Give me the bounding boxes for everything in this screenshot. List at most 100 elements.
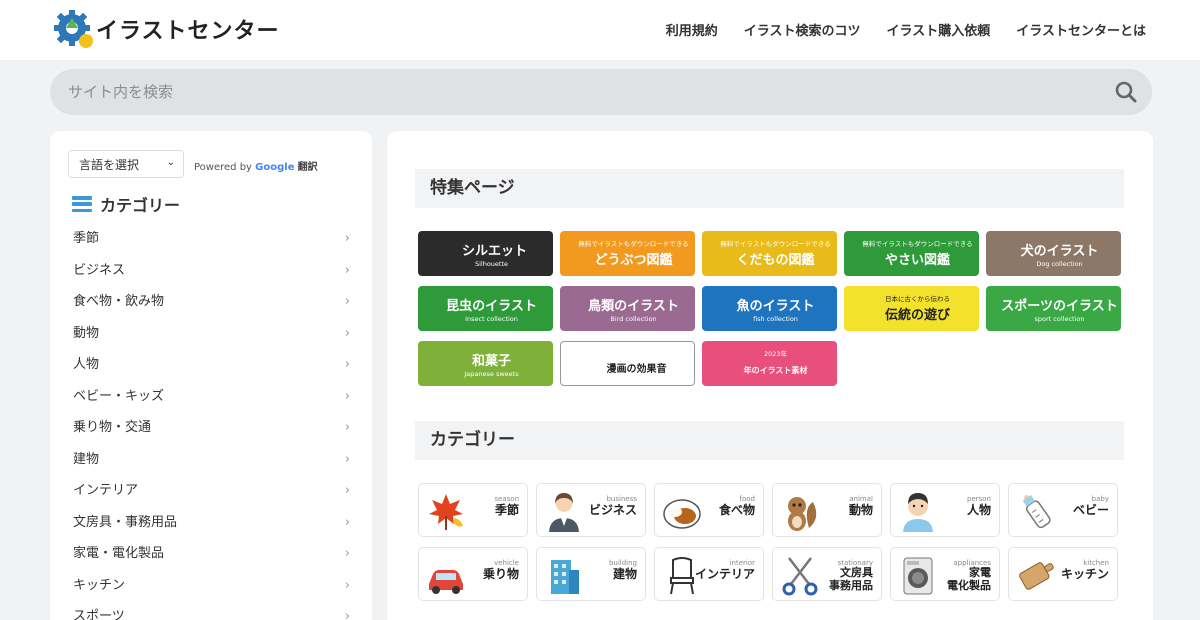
category-card[interactable]: food 食べ物 bbox=[654, 483, 764, 537]
category-card-en: season bbox=[494, 495, 519, 503]
sidebar-item[interactable]: ベビー・キッズ › bbox=[50, 381, 372, 413]
banner-title: スポーツのイラスト bbox=[1001, 299, 1118, 314]
banner-subtitle: sport collection bbox=[1034, 315, 1085, 323]
banner-subtitle: Silhouette bbox=[474, 260, 509, 268]
search-icon[interactable] bbox=[1114, 80, 1138, 104]
chevron-right-icon: › bbox=[344, 231, 350, 246]
banner-title: 鳥類のイラスト bbox=[588, 299, 679, 314]
banner-title: やさい図鑑 bbox=[884, 253, 950, 268]
featured-banner[interactable]: 伝統の遊び 日本に古くから伝わる bbox=[844, 286, 979, 331]
nav-search-tips[interactable]: イラスト検索のコツ bbox=[744, 20, 861, 39]
banner-title: 和菓子 bbox=[471, 354, 511, 369]
banner-subtitle: Dog collection bbox=[1036, 260, 1083, 268]
sidebar-item[interactable]: 動物 › bbox=[50, 318, 372, 350]
category-card[interactable]: animal 動物 bbox=[772, 483, 882, 537]
sidebar-item[interactable]: 食べ物・飲み物 › bbox=[50, 286, 372, 318]
sidebar-category-heading: カテゴリー bbox=[72, 192, 180, 216]
category-card[interactable]: person 人物 bbox=[890, 483, 1000, 537]
category-card[interactable]: appliances 家電 電化製品 bbox=[890, 547, 1000, 601]
chevron-right-icon: › bbox=[344, 294, 350, 309]
sidebar-item-label: インテリア bbox=[73, 483, 139, 498]
chevron-right-icon: › bbox=[344, 325, 350, 341]
category-card-jp: 人物 bbox=[966, 503, 991, 517]
featured-banner[interactable]: 和菓子 Japanese sweets bbox=[418, 341, 553, 386]
sidebar-item[interactable]: 人物 › bbox=[50, 349, 372, 381]
gear-logo-icon bbox=[54, 10, 93, 48]
banner-subtitle: Bird collection bbox=[610, 315, 657, 323]
sidebar-item-label: キッチン bbox=[73, 577, 126, 593]
site-header: イラストセンター 利用規約 イラスト検索のコツ イラスト購入依頼 イラストセンタ… bbox=[0, 0, 1200, 60]
featured-banner[interactable]: くだもの図鑑 無料でイラストもダウンロードできる bbox=[702, 231, 837, 276]
category-card[interactable]: business ビジネス bbox=[536, 483, 646, 537]
banner-subtitle: Insect collection bbox=[465, 315, 518, 323]
language-select[interactable]: 言語を選択 ⌄ bbox=[68, 150, 184, 178]
featured-banner[interactable]: 犬のイラスト Dog collection bbox=[986, 231, 1121, 276]
featured-banner[interactable]: シルエット Silhouette bbox=[418, 231, 553, 276]
nav-purchase-request[interactable]: イラスト購入依頼 bbox=[887, 20, 991, 39]
sidebar-item-label: 動物 bbox=[73, 325, 100, 341]
featured-banner[interactable]: どうぶつ図鑑 無料でイラストもダウンロードできる bbox=[560, 231, 695, 276]
category-card[interactable]: kitchen キッチン bbox=[1008, 547, 1118, 601]
featured-banner[interactable]: 鳥類のイラスト Bird collection bbox=[560, 286, 695, 331]
category-card-jp: 動物 bbox=[848, 503, 873, 517]
category-card[interactable]: building 建物 bbox=[536, 547, 646, 601]
sidebar-item[interactable]: キッチン › bbox=[50, 570, 372, 602]
chevron-right-icon: › bbox=[344, 388, 350, 404]
sidebar-item[interactable]: スポーツ › bbox=[50, 601, 372, 620]
google-logo[interactable]: Google bbox=[255, 162, 294, 173]
category-card-jp: キッチン bbox=[1060, 567, 1109, 581]
sidebar-item[interactable]: インテリア › bbox=[50, 475, 372, 507]
banner-subtitle: 無料でイラストもダウンロードできる bbox=[578, 240, 689, 248]
sidebar-item-label: 季節 bbox=[73, 231, 100, 246]
sidebar-item-label: 人物 bbox=[73, 357, 100, 372]
sidebar-item[interactable]: 文房具・事務用品 › bbox=[50, 507, 372, 539]
featured-banner[interactable]: 漫画の効果音 bbox=[560, 341, 695, 386]
category-card-jp: 建物 bbox=[612, 567, 637, 581]
sidebar-category-title: カテゴリー bbox=[100, 196, 181, 215]
sidebar-item-label: 文房具・事務用品 bbox=[73, 514, 178, 530]
menu-icon bbox=[72, 196, 92, 212]
sidebar-item[interactable]: 建物 › bbox=[50, 444, 372, 476]
featured-banner[interactable]: 昆虫のイラスト Insect collection bbox=[418, 286, 553, 331]
banner-title: くだもの図鑑 bbox=[736, 253, 815, 268]
banner-title: 犬のイラスト bbox=[1020, 244, 1099, 259]
category-card[interactable]: vehicle 乗り物 bbox=[418, 547, 528, 601]
powered-by-label: Powered by bbox=[194, 162, 252, 173]
sidebar-item-label: ベビー・キッズ bbox=[73, 388, 165, 404]
chevron-down-icon: ⌄ bbox=[166, 157, 175, 168]
sidebar-item[interactable]: 家電・電化製品 › bbox=[50, 538, 372, 570]
category-card[interactable]: baby ベビー bbox=[1008, 483, 1118, 537]
category-card-en: animal bbox=[849, 495, 873, 503]
category-card[interactable]: stationary 文房具 事務用品 bbox=[772, 547, 882, 601]
category-card-en: interior bbox=[729, 559, 755, 567]
language-select-label: 言語を選択 bbox=[79, 158, 140, 172]
category-card-en: kitchen bbox=[1083, 559, 1109, 567]
banner-title: 伝統の遊び bbox=[884, 308, 950, 323]
category-card-en: business bbox=[606, 495, 637, 503]
featured-banner[interactable]: やさい図鑑 無料でイラストもダウンロードできる bbox=[844, 231, 979, 276]
search-input[interactable] bbox=[50, 69, 1090, 115]
chevron-right-icon: › bbox=[344, 609, 350, 620]
category-card-jp: 季節 bbox=[494, 503, 519, 517]
banner-subtitle: 2023年 bbox=[763, 350, 788, 358]
category-card-en: vehicle bbox=[494, 559, 519, 567]
translate-label: 翻訳 bbox=[297, 162, 318, 173]
sidebar-item[interactable]: 季節 › bbox=[50, 223, 372, 255]
banner-title: どうぶつ図鑑 bbox=[594, 253, 673, 268]
nav-about[interactable]: イラストセンターとは bbox=[1016, 20, 1146, 39]
featured-banner[interactable]: スポーツのイラスト sport collection bbox=[986, 286, 1121, 331]
category-card[interactable]: season 季節 bbox=[418, 483, 528, 537]
category-section-title: カテゴリー bbox=[415, 421, 1124, 460]
main-content: 特集ページ シルエット Silhouette どうぶつ図鑑 無料でイラストもダウンロー… bbox=[387, 131, 1153, 620]
chevron-right-icon: › bbox=[344, 577, 350, 593]
category-card-jp: ベビー bbox=[1072, 503, 1109, 517]
nav-terms[interactable]: 利用規約 bbox=[666, 20, 718, 39]
sidebar-item[interactable]: ビジネス › bbox=[50, 255, 372, 287]
chevron-right-icon: › bbox=[344, 483, 350, 498]
site-logo[interactable]: イラストセンター bbox=[52, 9, 280, 49]
sidebar-item[interactable]: 乗り物・交通 › bbox=[50, 412, 372, 444]
featured-banner[interactable]: 魚のイラスト fish collection bbox=[702, 286, 837, 331]
category-card[interactable]: interior インテリア bbox=[654, 547, 764, 601]
sidebar-category-list: 季節 › ビジネス › 食べ物・飲み物 › 動物 › 人物 › ベビー・キッズ › 乗り物・交通 › 建物 ›… bbox=[50, 223, 372, 620]
featured-banner[interactable]: 年のイラスト素材 2023年 bbox=[702, 341, 837, 386]
